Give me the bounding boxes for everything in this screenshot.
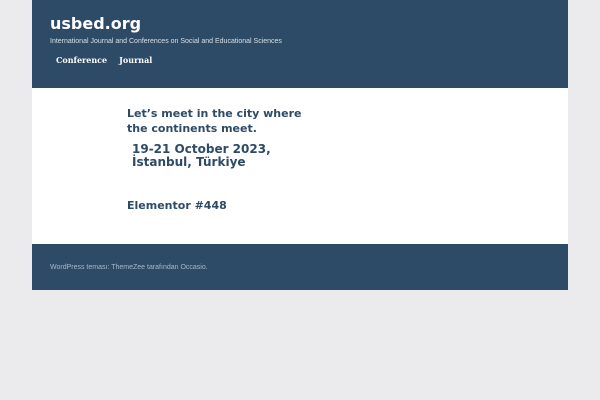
nav-item-conference[interactable]: Conference — [50, 52, 113, 68]
nav-item-journal[interactable]: Journal — [113, 52, 158, 68]
site-header: usbed.org International Journal and Conf… — [32, 0, 568, 88]
tagline-heading: Let’s meet in the city where the contine… — [127, 106, 301, 136]
tagline-line-2: the continents meet. — [127, 122, 257, 135]
site-description: International Journal and Conferences on… — [50, 38, 282, 45]
site-container: usbed.org International Journal and Conf… — [32, 0, 568, 290]
event-details-heading: 19-21 October 2023, İstanbul, Türkiye — [132, 143, 271, 169]
event-location: İstanbul, Türkiye — [132, 155, 246, 169]
site-title-link[interactable]: usbed.org — [50, 14, 141, 34]
primary-navigation: Conference Journal — [50, 52, 158, 68]
tagline-line-1: Let’s meet in the city where — [127, 107, 302, 120]
main-content: Let’s meet in the city where the contine… — [32, 88, 568, 244]
elementor-heading: Elementor #448 — [127, 199, 227, 212]
site-footer: WordPress teması: ThemeZee tarafından Oc… — [32, 244, 568, 290]
footer-credit: WordPress teması: ThemeZee tarafından Oc… — [50, 264, 208, 271]
event-date: 19-21 October 2023, — [132, 142, 271, 156]
